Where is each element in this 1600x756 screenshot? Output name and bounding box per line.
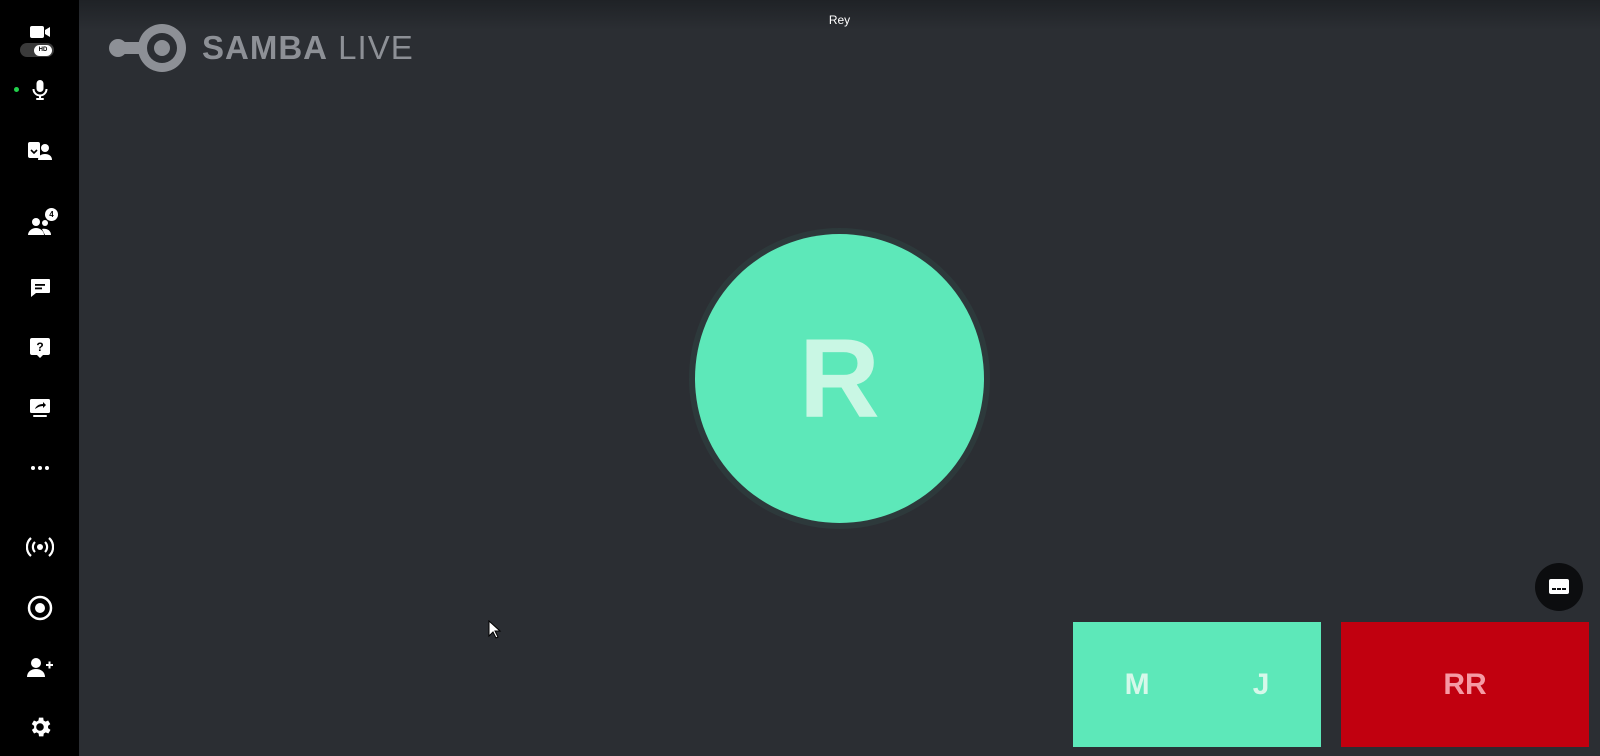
samba-logo-icon (109, 24, 186, 72)
share-screen-icon (30, 399, 50, 417)
main-speaker-initial: R (799, 316, 880, 441)
broadcast-icon (26, 537, 54, 557)
chat-button[interactable] (20, 268, 60, 308)
hd-label: HD (34, 44, 52, 56)
participants-view-button[interactable] (20, 131, 60, 171)
participant-initial: J (1252, 667, 1270, 701)
mouse-cursor (488, 620, 502, 639)
sidebar: HD 4 ? (0, 0, 79, 756)
participants-view-icon (28, 142, 52, 160)
chat-icon (31, 279, 50, 297)
svg-text:?: ? (36, 340, 43, 354)
hd-toggle[interactable]: HD (20, 43, 54, 57)
participants-button[interactable]: 4 (20, 206, 60, 246)
more-options-button[interactable] (20, 448, 60, 488)
samba-live-logo: SAMBA LIVE (108, 22, 414, 74)
video-camera-icon (30, 26, 50, 38)
participant-thumbnail[interactable]: RR (1341, 622, 1589, 747)
closed-captions-button[interactable] (1535, 563, 1583, 611)
participant-initial: M (1124, 667, 1150, 701)
logo-text: SAMBA LIVE (202, 29, 414, 67)
microphone-icon (32, 80, 48, 100)
logo-brand-light: LIVE (328, 29, 414, 66)
closed-captions-icon (1549, 579, 1569, 594)
questions-button[interactable]: ? (20, 328, 60, 368)
question-icon: ? (30, 338, 50, 358)
logo-brand-bold: SAMBA (202, 29, 328, 66)
mic-active-indicator (14, 87, 19, 92)
record-button[interactable] (20, 588, 60, 628)
participant-thumbnail[interactable]: M J (1073, 622, 1321, 747)
invite-participant-button[interactable] (20, 647, 60, 687)
main-speaker-avatar: R (695, 234, 984, 523)
share-screen-button[interactable] (20, 388, 60, 428)
add-user-icon (27, 658, 53, 677)
microphone-button[interactable] (20, 70, 60, 110)
settings-icon (31, 717, 51, 737)
broadcast-button[interactable] (20, 527, 60, 567)
participants-count-badge: 4 (45, 208, 58, 221)
more-icon (31, 466, 49, 470)
participant-initial: RR (1443, 667, 1487, 701)
settings-button[interactable] (20, 707, 60, 747)
record-icon (27, 595, 53, 621)
